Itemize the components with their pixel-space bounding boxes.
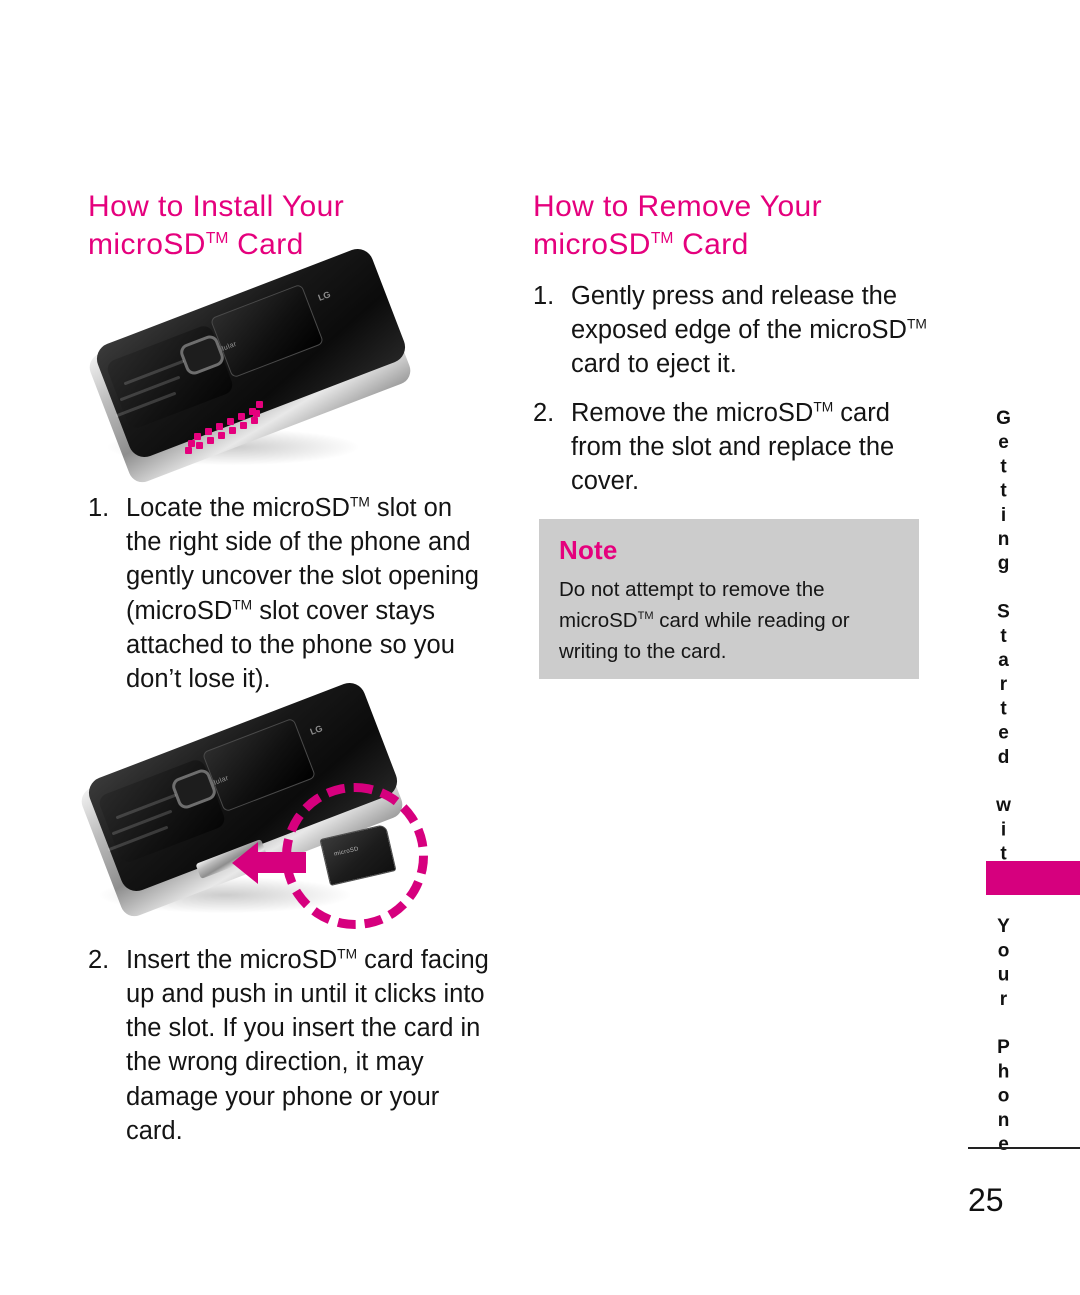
phone-figure-slot-location: LG cellular [85, 244, 420, 487]
chapter-side-label: Getting Started with Your Phone [993, 408, 1014, 1159]
trademark-symbol: TM [650, 230, 674, 248]
footer-divider [968, 1147, 1080, 1149]
chapter-color-tab [986, 861, 1080, 895]
remove-steps: 1. Gently press and release the exposed e… [533, 279, 933, 499]
phone-figure-insert-card: LG cellular microSD [77, 677, 456, 931]
microsd-slot-highlight-dots [90, 279, 263, 454]
note-title: Note [559, 535, 618, 565]
step-number: 2. [88, 945, 110, 974]
step-text: Locate the microSDTM slot on the right s… [126, 493, 479, 694]
remove-step-2: 2. Remove the microSDTM card from the slo… [533, 396, 933, 499]
step-number: 1. [533, 281, 555, 310]
trademark-symbol: TM [205, 230, 229, 248]
remove-heading: How to Remove Your microSDTM Card [533, 188, 933, 265]
step-text: Gently press and release the exposed edg… [571, 281, 927, 379]
install-step-1: 1. Locate the microSDTM slot on the right… [88, 491, 493, 697]
trademark-symbol: TM [813, 399, 834, 415]
note-body: Do not attempt to remove the microSDTM c… [559, 578, 850, 664]
remove-heading-line2-suffix: Card [673, 228, 749, 262]
install-steps-first: 1. Locate the microSDTM slot on the right… [88, 491, 493, 697]
install-section: How to Install Your microSDTM Card LG ce… [77, 188, 493, 1149]
note-box: Note Do not attempt to remove the microS… [539, 519, 919, 679]
install-heading-line1: How to Install Your [88, 190, 345, 223]
install-heading-line2-prefix: microSD [88, 228, 206, 262]
step-text: Insert the microSDTM card facing up and … [126, 945, 489, 1146]
trademark-symbol: TM [906, 316, 927, 332]
remove-section: How to Remove Your microSDTM Card 1. Gent… [533, 188, 933, 499]
remove-heading-line2-prefix: microSD [533, 228, 651, 262]
page-number: 25 [968, 1182, 1004, 1218]
step-number: 1. [88, 493, 110, 522]
step-text: Remove the microSDTM card from the slot … [571, 398, 895, 496]
install-heading: How to Install Your microSDTM Card [88, 188, 493, 265]
manual-page: How to Install Your microSDTM Card LG ce… [0, 0, 1080, 1295]
trademark-symbol: TM [337, 946, 358, 962]
remove-heading-line1: How to Remove Your [533, 190, 823, 223]
trademark-symbol: TM [637, 610, 654, 623]
trademark-symbol: TM [349, 494, 370, 510]
install-steps-second: 2. Insert the microSDTM card facing up an… [88, 943, 493, 1149]
remove-step-1: 1. Gently press and release the exposed e… [533, 279, 933, 382]
trademark-symbol: TM [232, 597, 253, 613]
install-step-2: 2. Insert the microSDTM card facing up an… [88, 943, 493, 1149]
install-heading-line2-suffix: Card [228, 228, 304, 262]
step-number: 2. [533, 398, 555, 427]
